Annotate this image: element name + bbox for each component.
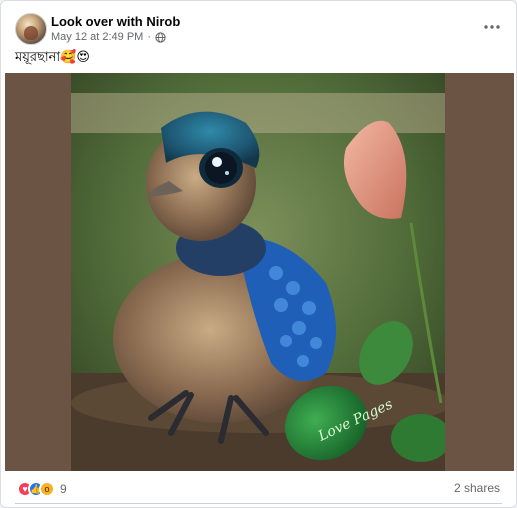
shares-count[interactable]: 2 shares [454,481,500,495]
wow-icon: o [39,481,55,497]
post-card: Look over with Nirob May 12 at 2:49 PM ·… [0,0,517,508]
peacock-chick-image: Love Pages [71,73,445,471]
globe-icon [155,31,166,43]
post-header: Look over with Nirob May 12 at 2:49 PM · [15,13,502,47]
more-options-button[interactable] [478,15,506,39]
post-meta: May 12 at 2:49 PM · [51,31,166,43]
post-date[interactable]: May 12 at 2:49 PM [51,31,143,43]
reactions-summary[interactable]: ♥ 👍 o 9 [17,481,67,497]
author-name[interactable]: Look over with Nirob [51,14,180,29]
post-caption: ময়ূরছানা🥰😍 [15,49,90,64]
photo-container[interactable]: Love Pages [5,73,514,471]
post-photo[interactable]: Love Pages [71,73,445,471]
action-divider [15,503,502,504]
reaction-count: 9 [60,482,67,496]
more-dots-icon [484,25,500,29]
meta-separator: · [147,31,151,43]
author-avatar[interactable] [15,13,47,45]
